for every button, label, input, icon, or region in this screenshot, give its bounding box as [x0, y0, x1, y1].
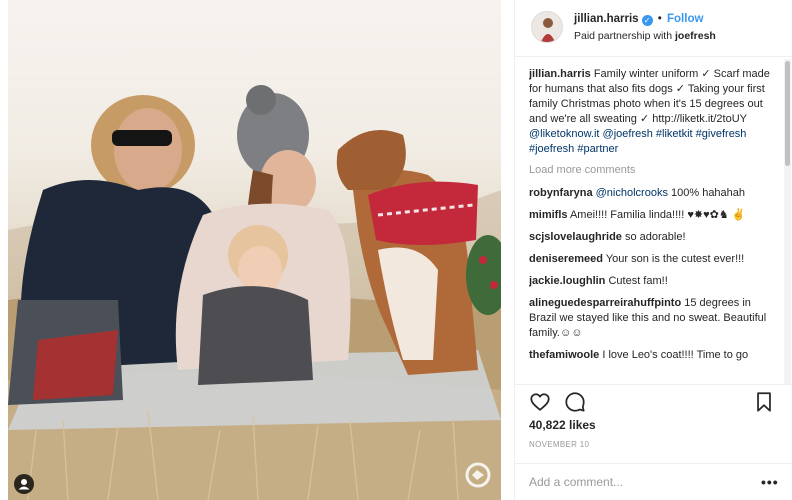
- comment-text: Your son is the cutest ever!!!: [602, 253, 745, 265]
- comment-item: deniseremeed Your son is the cutest ever…: [529, 252, 771, 267]
- post-side-panel: jillian.harris ✓ • Follow Paid partnershi…: [514, 0, 792, 500]
- comment-username[interactable]: alineguedesparreirahuffpinto: [529, 297, 681, 309]
- verified-badge-icon: ✓: [641, 15, 653, 26]
- caption-link[interactable]: @joefresh: [603, 128, 653, 140]
- comment-text: Cutest fam!!: [605, 275, 668, 287]
- avatar[interactable]: [531, 11, 563, 43]
- post-header: jillian.harris ✓ • Follow Paid partnershi…: [515, 0, 792, 57]
- likes-count[interactable]: 40,822 likes: [529, 418, 596, 432]
- comment-username[interactable]: scjslovelaughride: [529, 231, 622, 243]
- post-date[interactable]: NOVEMBER 10: [529, 440, 589, 449]
- paid-partnership-label: Paid partnership with joefresh: [574, 30, 716, 42]
- scrollbar-thumb[interactable]: [785, 61, 790, 166]
- partnership-prefix: Paid partnership with: [574, 30, 675, 42]
- add-comment-input[interactable]: [529, 473, 749, 491]
- comment-mention[interactable]: @nicholcrooks: [596, 187, 668, 199]
- comment-item: robynfaryna @nicholcrooks 100% hahahah: [529, 186, 771, 201]
- caption-link[interactable]: #joefresh: [529, 143, 574, 155]
- caption-link[interactable]: #partner: [577, 143, 618, 155]
- comment-username[interactable]: robynfaryna: [529, 187, 593, 199]
- load-more-comments-button[interactable]: Load more comments: [529, 163, 771, 178]
- follow-button[interactable]: Follow: [667, 13, 703, 25]
- comments-scrollbar[interactable]: [784, 59, 791, 384]
- comment-item: scjslovelaughride so adorable!: [529, 230, 771, 245]
- bookmark-icon[interactable]: [753, 391, 775, 413]
- separator-dot: •: [657, 13, 662, 25]
- comment-item: thefamiwoole I love Leo's coat!!!! Time …: [529, 348, 771, 363]
- post-caption: jillian.harris Family winter uniform ✓ S…: [529, 67, 771, 157]
- family-photo-illustration: [8, 85, 501, 500]
- comments-list[interactable]: jillian.harris Family winter uniform ✓ S…: [529, 67, 771, 383]
- comment-item: mimifls Amei!!!! Familia linda!!!! ♥✸♥✿♞…: [529, 208, 771, 223]
- heart-icon[interactable]: [529, 391, 551, 413]
- add-comment-bar: •••: [515, 463, 792, 500]
- comment-text: so adorable!: [621, 231, 686, 243]
- comment-items: robynfaryna @nicholcrooks 100% hahahah mi…: [529, 186, 771, 363]
- comment-text: 100% hahahah: [667, 187, 746, 199]
- caption-link[interactable]: #givefresh: [696, 128, 747, 140]
- comment-username[interactable]: jackie.loughlin: [529, 275, 605, 287]
- comment-text: Amei!!!! Familia linda!!!! ♥✸♥✿♞ ✌: [567, 209, 746, 221]
- comment-item: jackie.loughlin Cutest fam!!: [529, 274, 771, 289]
- header-line: jillian.harris ✓ • Follow: [574, 13, 703, 26]
- comment-username[interactable]: deniseremeed: [529, 253, 603, 265]
- instagram-post: jillian.harris ✓ • Follow Paid partnershi…: [0, 0, 792, 500]
- post-photo[interactable]: [8, 0, 501, 500]
- caption-link[interactable]: @liketoknow.it: [529, 128, 599, 140]
- caption-text: http://liketk.it/2toUY: [652, 113, 747, 125]
- caption-link[interactable]: #liketkit: [656, 128, 693, 140]
- comment-username[interactable]: thefamiwoole: [529, 349, 599, 361]
- comment-icon[interactable]: [564, 391, 586, 413]
- comment-username[interactable]: mimifls: [529, 209, 568, 221]
- caption-username[interactable]: jillian.harris: [529, 68, 591, 80]
- author-username[interactable]: jillian.harris: [574, 13, 639, 25]
- partner-link[interactable]: joefresh: [675, 30, 716, 42]
- user-tag-icon[interactable]: [14, 474, 34, 494]
- more-options-icon[interactable]: •••: [761, 474, 779, 490]
- comment-item: alineguedesparreirahuffpinto 15 degrees …: [529, 296, 771, 341]
- liketoknowit-logo-icon: [465, 462, 491, 488]
- comment-text: I love Leo's coat!!!! Time to go: [599, 349, 749, 361]
